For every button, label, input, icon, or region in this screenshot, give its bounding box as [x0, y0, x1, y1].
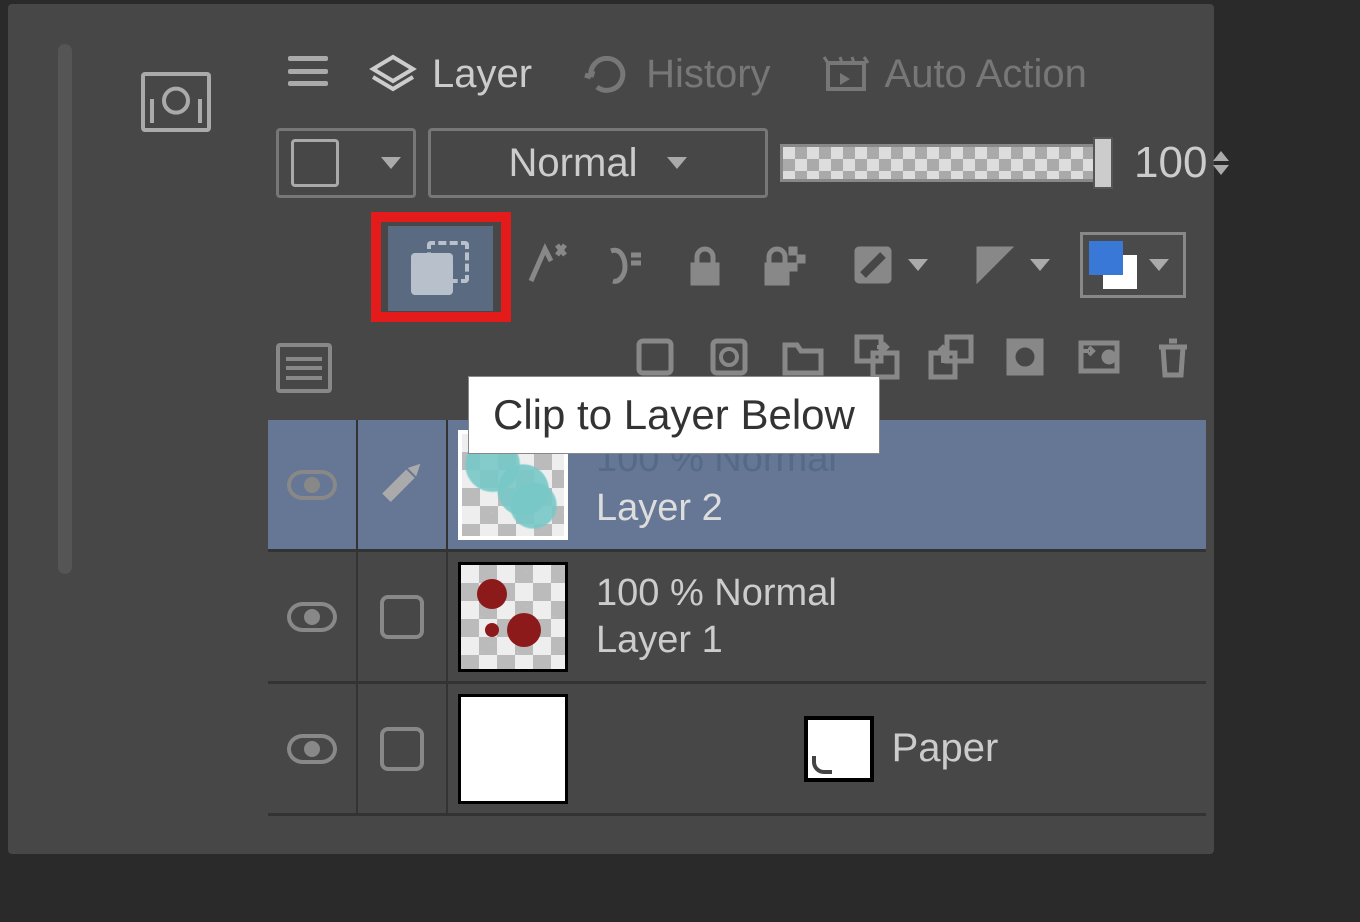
layer-action-row [276, 218, 1206, 328]
layer-thumbnail[interactable] [448, 684, 578, 813]
color-swatch-icon [1089, 241, 1137, 289]
chevron-down-icon [1149, 259, 1169, 271]
layer-action-icons [516, 232, 1186, 298]
lock-layer-button[interactable] [676, 236, 734, 294]
panel-tabs: Layer History Auto Action [348, 38, 1117, 115]
layer-options-row: Normal 100 [276, 128, 1229, 198]
delete-layer-button[interactable] [1144, 328, 1202, 386]
chevron-down-icon [381, 157, 401, 169]
tab-layer-label: Layer [432, 52, 532, 97]
transfer-down-button[interactable] [922, 328, 980, 386]
eye-icon [287, 470, 337, 500]
tab-layer[interactable]: Layer [348, 38, 562, 115]
blend-mode-dropdown[interactable]: Normal [428, 128, 768, 198]
visibility-toggle[interactable] [268, 684, 358, 813]
edit-indicator[interactable] [358, 552, 448, 681]
pose-tool-button[interactable] [128, 62, 223, 142]
visibility-toggle[interactable] [268, 552, 358, 681]
merge-layer-button[interactable] [996, 328, 1054, 386]
clip-to-layer-below-button[interactable] [388, 226, 493, 311]
mask-icon [844, 236, 902, 294]
layer-mode: 100 % Normal [596, 572, 1206, 615]
pencil-icon [374, 456, 431, 513]
lock-transparent-button[interactable] [756, 236, 814, 294]
layer-info: Paper [578, 684, 1206, 813]
spinner-icon [1213, 151, 1229, 175]
layer-name: Paper [892, 726, 999, 771]
app-frame: Layer History Auto Action Normal [8, 4, 1214, 854]
opacity-handle[interactable] [1093, 137, 1113, 189]
opacity-slider[interactable] [780, 144, 1110, 182]
tab-auto-action-label: Auto Action [885, 52, 1087, 97]
paper-icon [804, 716, 874, 782]
edit-indicator[interactable] [358, 684, 448, 813]
tooltip-text: Clip to Layer Below [493, 391, 855, 438]
eye-icon [287, 734, 337, 764]
layer-list: 100 % Normal Layer 2 100 % Normal Layer … [268, 420, 1206, 846]
auto-action-icon [821, 53, 871, 97]
sidebar-scroll[interactable] [58, 44, 72, 574]
panel-view-dropdown[interactable] [276, 128, 416, 198]
pose-icon [141, 72, 211, 132]
mask-dropdown[interactable] [836, 232, 936, 298]
ruler-dropdown[interactable] [958, 232, 1058, 298]
thumbnail-paper [458, 694, 568, 804]
checkbox-icon [380, 595, 424, 639]
edit-indicator[interactable] [358, 420, 448, 549]
checkbox-icon [380, 727, 424, 771]
panel-options-button[interactable] [276, 343, 332, 393]
square-icon [291, 139, 339, 187]
opacity-value: 100 [1134, 138, 1207, 188]
layer-color-dropdown[interactable] [1080, 232, 1186, 298]
layers-icon [368, 53, 418, 97]
chevron-down-icon [1030, 259, 1050, 271]
eye-icon [287, 602, 337, 632]
set-reference-layer-button[interactable] [516, 236, 574, 294]
thumbnail-layer1 [458, 562, 568, 672]
layer-panel: Layer History Auto Action Normal [268, 18, 1206, 846]
opacity-value-stepper[interactable]: 100 [1134, 138, 1229, 188]
tab-history[interactable]: History [562, 38, 800, 115]
draft-layer-button[interactable] [596, 236, 654, 294]
layer-name: Layer 1 [596, 619, 1206, 662]
tooltip: Clip to Layer Below [468, 376, 880, 454]
panel-menu-icon[interactable] [288, 56, 328, 86]
layer-name: Layer 2 [596, 487, 1206, 530]
layer-item-paper[interactable]: Paper [268, 684, 1206, 816]
layer-item-layer1[interactable]: 100 % Normal Layer 1 [268, 552, 1206, 684]
chevron-down-icon [667, 157, 687, 169]
tab-auto-action[interactable]: Auto Action [801, 38, 1117, 115]
history-icon [582, 53, 632, 97]
ruler-icon [966, 236, 1024, 294]
tab-history-label: History [646, 52, 770, 97]
create-mask-button[interactable] [1070, 328, 1128, 386]
clip-layer-icon [411, 241, 471, 297]
visibility-toggle[interactable] [268, 420, 358, 549]
layer-thumbnail[interactable] [448, 552, 578, 681]
layer-info: 100 % Normal Layer 1 [578, 552, 1206, 681]
chevron-down-icon [908, 259, 928, 271]
blend-mode-label: Normal [509, 141, 638, 186]
